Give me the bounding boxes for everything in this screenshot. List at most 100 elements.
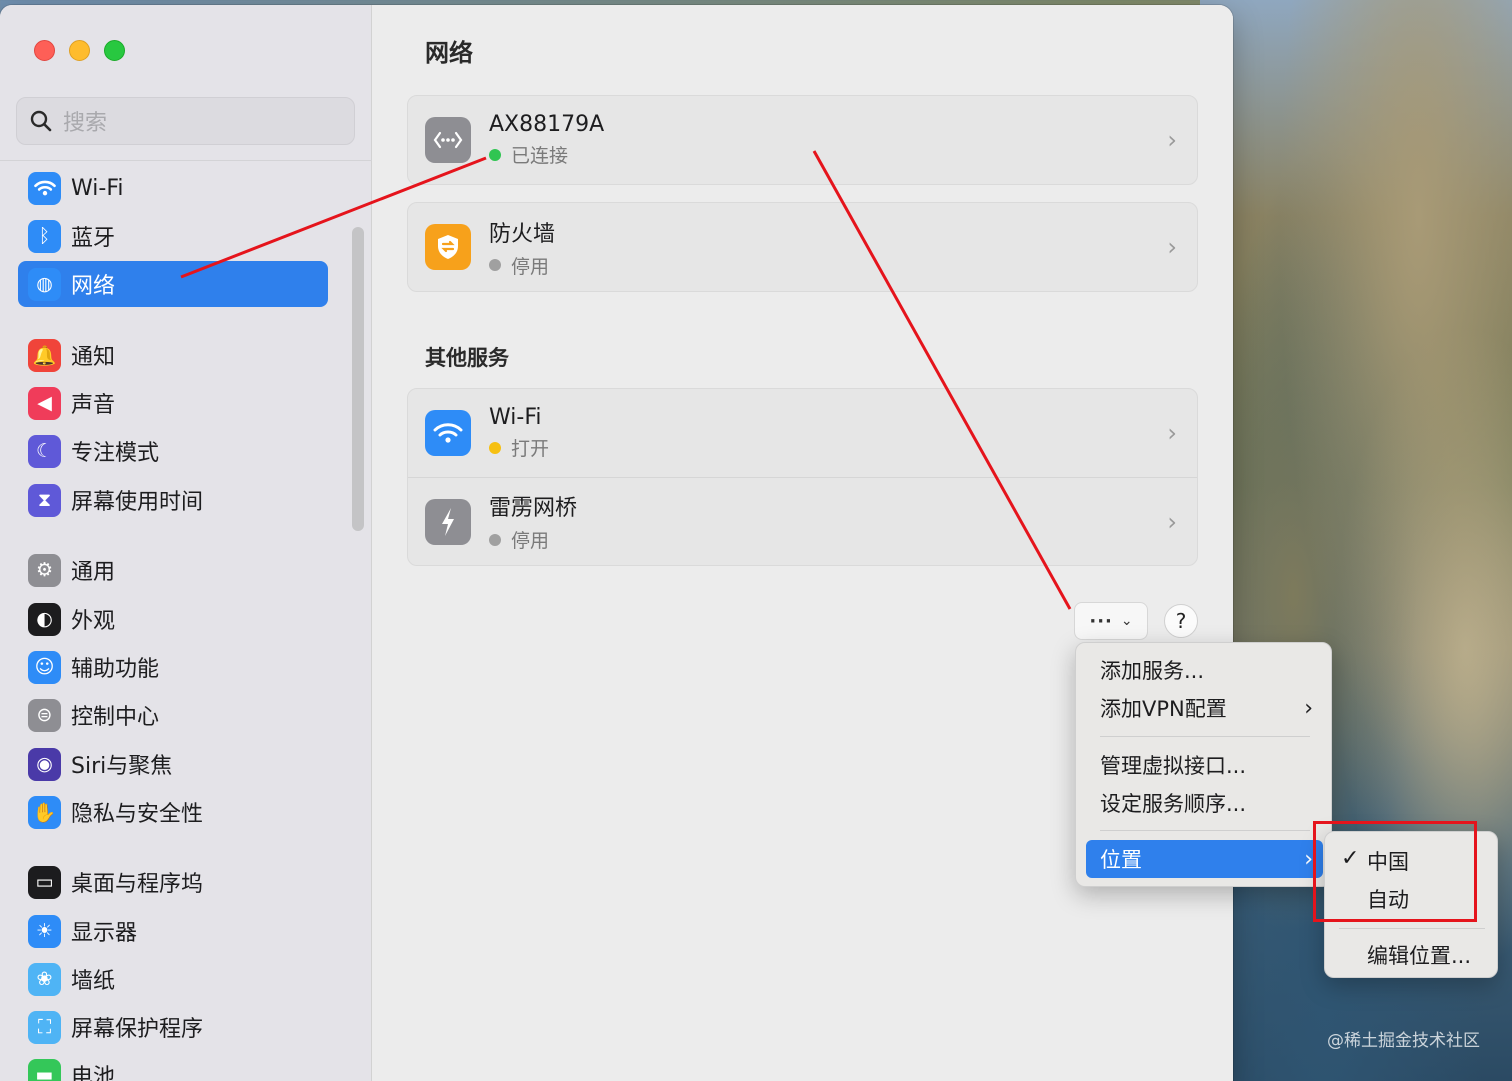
speaker-icon: ◀ (28, 386, 61, 420)
service-status: 停用 (489, 252, 555, 279)
sun-icon: ☀ (28, 914, 61, 948)
service-name: 防火墙 (489, 221, 556, 247)
sidebar-item-label: 墙纸 (71, 969, 116, 994)
menu-item-label: 设定服务顺序... (1100, 792, 1247, 816)
search-icon (30, 110, 52, 132)
traffic-lights (34, 40, 125, 61)
status-text: 停用 (511, 255, 550, 278)
menu-item-manage-virtual-interfaces[interactable]: 管理虚拟接口... (1086, 746, 1323, 784)
menu-item-add-service[interactable]: 添加服务... (1086, 651, 1323, 689)
menu-item-label: 管理虚拟接口... (1100, 754, 1247, 778)
service-card-ethernet[interactable]: AX88179A 已连接 › (407, 95, 1198, 185)
sidebar-item-label: 屏幕保护程序 (71, 1017, 204, 1042)
status-dot (489, 533, 501, 546)
sidebar-item-1[interactable]: ᛒ 蓝牙 (18, 213, 328, 259)
appearance-icon: ◐ (28, 602, 61, 636)
hourglass-icon: ⧗ (28, 483, 61, 517)
menu-separator (1100, 736, 1310, 737)
sidebar-item-11[interactable]: ◉ Siri与聚焦 (18, 741, 328, 787)
menu-separator (1339, 928, 1485, 929)
wifi-icon (425, 410, 471, 456)
bluetooth-icon: ᛒ (28, 219, 61, 253)
sidebar-item-label: 通知 (71, 345, 116, 370)
help-button[interactable]: ? (1164, 604, 1198, 638)
menu-item-label: 位置 (1100, 848, 1142, 872)
battery-icon: ▬ (28, 1058, 61, 1081)
sidebar-item-label: 显示器 (71, 921, 138, 946)
chevron-right-icon: › (1304, 695, 1313, 721)
service-card-firewall[interactable]: 防火墙 停用 › (407, 202, 1198, 292)
sidebar-item-label: 声音 (71, 393, 116, 418)
sidebar-item-12[interactable]: ✋ 隐私与安全性 (18, 789, 328, 835)
service-status: 打开 (489, 434, 549, 461)
menu-item-set-service-order[interactable]: 设定服务顺序... (1086, 784, 1323, 822)
screensaver-icon: ⛶ (28, 1010, 61, 1044)
status-dot (489, 148, 501, 161)
search-input[interactable]: 搜索 (16, 97, 355, 145)
sidebar-item-3[interactable]: 🔔 通知 (18, 332, 328, 378)
sidebar-scrollbar[interactable] (352, 227, 364, 531)
service-row-thunderbolt[interactable]: 雷雳网桥 停用 › (408, 477, 1197, 565)
search-placeholder: 搜索 (63, 111, 108, 136)
sidebar-item-label: 桌面与程序坞 (71, 872, 204, 897)
menu-item-add-vpn[interactable]: 添加VPN配置 › (1086, 689, 1323, 727)
sidebar-divider (0, 160, 372, 161)
sidebar-item-5[interactable]: ☾ 专注模式 (18, 428, 328, 474)
sidebar-item-label: 隐私与安全性 (71, 802, 204, 827)
service-status: 停用 (489, 526, 577, 553)
hand-icon: ✋ (28, 795, 61, 829)
minimize-window-button[interactable] (69, 40, 90, 61)
more-actions-button[interactable]: ··· ⌄ (1074, 602, 1148, 640)
service-row[interactable]: AX88179A 已连接 › (408, 96, 1197, 184)
status-text: 停用 (511, 530, 550, 552)
sidebar-item-10[interactable]: ⊜ 控制中心 (18, 692, 328, 738)
sidebar-item-13[interactable]: ▭ 桌面与程序坞 (18, 859, 328, 905)
sidebar-item-8[interactable]: ◐ 外观 (18, 596, 328, 642)
sidebar-item-0[interactable]: Wi-Fi (18, 165, 328, 211)
other-services-card: Wi-Fi 打开 › 雷雳网桥 停用 › (407, 388, 1198, 566)
main-content: 网络 AX88179A 已连接 › 防火墙 停用 › 其他服务 Wi-Fi 打开… (373, 5, 1233, 1081)
sidebar-item-9[interactable]: ☺ 辅助功能 (18, 644, 328, 690)
firewall-icon (425, 224, 471, 270)
accessibility-icon: ☺ (28, 650, 61, 684)
sidebar: 搜索 Wi-Fi ᛒ 蓝牙 ◍ 网络 🔔 通知 ◀ 声音 ☾ 专注模式 ⧗ 屏幕使用时间 ⚙ 通用 ◐ 外观 ☺ 辅… (0, 5, 372, 1081)
sidebar-item-4[interactable]: ◀ 声音 (18, 380, 328, 426)
sidebar-item-label: 屏幕使用时间 (71, 490, 204, 515)
gear-icon: ⚙ (28, 553, 61, 587)
sidebar-item-label: 通用 (71, 560, 116, 585)
service-row[interactable]: 防火墙 停用 › (408, 203, 1197, 291)
sidebar-item-7[interactable]: ⚙ 通用 (18, 547, 328, 593)
close-window-button[interactable] (34, 40, 55, 61)
page-title: 网络 (425, 39, 473, 67)
sidebar-item-2[interactable]: ◍ 网络 (18, 261, 328, 307)
service-row-wifi[interactable]: Wi-Fi 打开 › (408, 389, 1197, 477)
globe-icon: ◍ (28, 267, 61, 301)
dock-icon: ▭ (28, 865, 61, 899)
sidebar-item-label: 蓝牙 (71, 226, 116, 251)
sidebar-item-14[interactable]: ☀ 显示器 (18, 908, 328, 954)
service-name: AX88179A (489, 112, 605, 137)
section-title-other-services: 其他服务 (425, 346, 509, 370)
chevron-right-icon: › (1167, 126, 1177, 154)
sidebar-item-16[interactable]: ⛶ 屏幕保护程序 (18, 1004, 328, 1050)
watermark: @稀土掘金技术社区 (1327, 1031, 1480, 1051)
moon-icon: ☾ (28, 434, 61, 468)
chevron-right-icon: › (1167, 419, 1177, 447)
siri-icon: ◉ (28, 747, 61, 781)
edit-locations-item[interactable]: 编辑位置... (1367, 940, 1471, 970)
sidebar-item-label: 控制中心 (71, 705, 160, 730)
sidebar-item-label: Siri与聚焦 (71, 754, 173, 779)
chevron-right-icon: › (1304, 846, 1313, 872)
more-button-label: ··· (1089, 610, 1113, 632)
sidebar-item-6[interactable]: ⧗ 屏幕使用时间 (18, 477, 328, 523)
sidebar-item-17[interactable]: ▬ 电池 (18, 1052, 328, 1081)
sidebar-item-label: 电池 (71, 1065, 116, 1081)
service-name: 雷雳网桥 (489, 496, 578, 521)
sidebar-item-label: 外观 (71, 609, 116, 634)
sidebar-item-15[interactable]: ❀ 墙纸 (18, 956, 328, 1002)
menu-item-location[interactable]: 位置 › (1086, 840, 1323, 878)
thunderbolt-icon (425, 498, 471, 545)
menu-item-label: 添加VPN配置 (1100, 697, 1227, 721)
zoom-window-button[interactable] (104, 40, 125, 61)
chevron-right-icon: › (1167, 507, 1177, 536)
